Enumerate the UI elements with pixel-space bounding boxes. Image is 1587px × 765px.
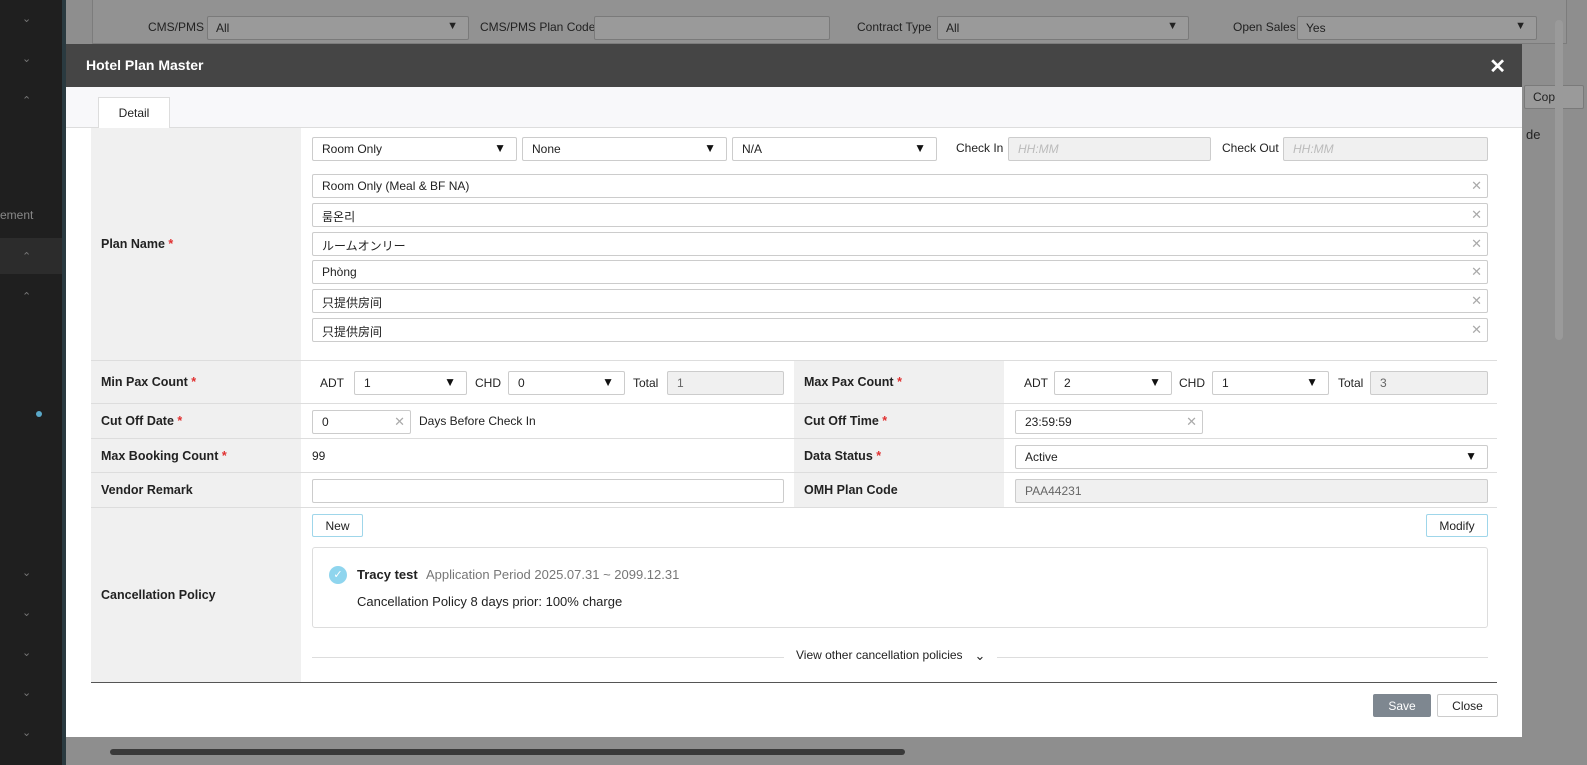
option2-select[interactable]: None ▼	[522, 137, 727, 161]
check-in-label: Check In	[956, 141, 1004, 155]
chevron-down-icon[interactable]: ⌄	[22, 566, 31, 579]
cut-off-time-input[interactable]: 23:59:59 ✕	[1015, 410, 1203, 434]
plan-name-input[interactable]: 只提供房间 ✕	[312, 318, 1488, 342]
open-sales-select[interactable]: Yes ▼	[1297, 16, 1537, 40]
omh-plan-code-label: OMH Plan Code	[794, 473, 1004, 508]
max-booking-value: 99	[312, 449, 326, 463]
clear-icon: ✕	[1471, 178, 1482, 193]
policy-name: Tracy test	[357, 567, 418, 582]
cut-off-date-label: Cut Off Date *	[91, 404, 301, 439]
plan-name-input[interactable]: 只提供房间 ✕	[312, 289, 1488, 313]
chd-label: CHD	[1179, 376, 1205, 390]
cancellation-policy-label: Cancellation Policy	[91, 508, 301, 683]
adt-label: ADT	[1024, 376, 1048, 390]
open-sales-label: Open Sales	[1233, 20, 1296, 34]
cut-off-date-suffix: Days Before Check In	[419, 414, 536, 428]
max-total: 3	[1370, 371, 1488, 395]
total-label: Total	[633, 376, 659, 390]
cut-off-date-input[interactable]: 0 ✕	[312, 410, 411, 434]
contract-type-select[interactable]: All ▼	[937, 16, 1189, 40]
column-header: de	[1526, 127, 1541, 142]
chevron-down-icon[interactable]: ⌄	[22, 12, 31, 25]
sidebar: ⌄ ⌄ ⌃ ement ⌃ ⌃ ⌄ ⌄ ⌄ ⌄ ⌄	[0, 0, 62, 765]
tab-detail[interactable]: Detail	[98, 97, 170, 129]
max-pax-label: Max Pax Count *	[794, 361, 1004, 404]
min-adt-select[interactable]: 1 ▼	[354, 371, 467, 395]
sidebar-item-label[interactable]: ement	[0, 208, 33, 222]
chevron-down-icon[interactable]: ⌄	[22, 646, 31, 659]
chevron-down-icon[interactable]: ⌄	[22, 606, 31, 619]
check-out-input[interactable]: HH:MM	[1283, 137, 1488, 161]
clear-icon: ✕	[1471, 264, 1482, 279]
clear-icon: ✕	[1471, 322, 1482, 337]
max-chd-select[interactable]: 1 ▼	[1212, 371, 1329, 395]
copy-button[interactable]: Copy	[1524, 85, 1584, 109]
chevron-down-icon: ⌄	[974, 648, 986, 663]
cut-off-time-label: Cut Off Time *	[794, 404, 1004, 439]
check-out-label: Check Out	[1222, 141, 1279, 155]
data-status-label: Data Status *	[794, 439, 1004, 473]
dot-icon	[36, 411, 42, 417]
policy-period: Application Period 2025.07.31 ~ 2099.12.…	[426, 567, 680, 582]
view-other-policies-toggle[interactable]: View other cancellation policies ⌄	[784, 648, 998, 664]
plan-name-input[interactable]: Room Only (Meal & BF NA) ✕	[312, 174, 1488, 198]
vendor-remark-input[interactable]	[312, 479, 784, 503]
min-total: 1	[667, 371, 784, 395]
clear-icon: ✕	[1471, 207, 1482, 222]
option3-select[interactable]: N/A ▼	[732, 137, 937, 161]
clear-icon: ✕	[1471, 236, 1482, 251]
check-in-input[interactable]: HH:MM	[1008, 137, 1211, 161]
clear-icon: ✕	[394, 414, 405, 429]
min-chd-select[interactable]: 0 ▼	[508, 371, 625, 395]
cms-pms-label: CMS/PMS	[148, 20, 205, 34]
horizontal-scrollbar[interactable]	[110, 749, 905, 755]
chevron-down-icon[interactable]: ⌄	[22, 52, 31, 65]
max-adt-select[interactable]: 2 ▼	[1054, 371, 1172, 395]
adt-label: ADT	[320, 376, 344, 390]
chd-label: CHD	[475, 376, 501, 390]
chevron-up-icon[interactable]: ⌃	[22, 250, 31, 263]
modify-button[interactable]: Modify	[1426, 514, 1488, 537]
vendor-remark-label: Vendor Remark	[91, 473, 301, 508]
plan-code-input[interactable]	[594, 16, 830, 40]
new-button[interactable]: New	[312, 514, 363, 537]
chevron-up-icon[interactable]: ⌃	[22, 290, 31, 303]
data-status-select[interactable]: Active ▼	[1015, 445, 1488, 469]
plan-name-label: Plan Name *	[91, 128, 301, 361]
close-icon[interactable]: ✕	[1489, 54, 1506, 79]
plan-name-input[interactable]: ルームオンリー ✕	[312, 232, 1488, 256]
meal-select[interactable]: Room Only ▼	[312, 137, 517, 161]
clear-icon: ✕	[1471, 293, 1482, 308]
scrollbar[interactable]	[1555, 20, 1563, 340]
total-label: Total	[1338, 376, 1364, 390]
chevron-down-icon[interactable]: ⌄	[22, 686, 31, 699]
omh-plan-code-input: PAA44231	[1015, 479, 1488, 503]
modal-header: Hotel Plan Master ✕	[66, 44, 1522, 87]
plan-code-label: CMS/PMS Plan Code	[480, 20, 596, 34]
plan-name-input[interactable]: Phòng ✕	[312, 260, 1488, 284]
min-pax-label: Min Pax Count *	[91, 361, 301, 404]
max-booking-label: Max Booking Count *	[91, 439, 301, 473]
modal-title: Hotel Plan Master	[86, 57, 204, 73]
chevron-up-icon[interactable]: ⌃	[22, 94, 31, 107]
clear-icon: ✕	[1186, 414, 1197, 429]
chevron-down-icon[interactable]: ⌄	[22, 726, 31, 739]
check-circle-icon: ✓	[329, 566, 347, 584]
policy-card[interactable]: ✓ Tracy test Application Period 2025.07.…	[312, 547, 1488, 628]
plan-name-input[interactable]: 룸온리 ✕	[312, 203, 1488, 227]
close-button[interactable]: Close	[1437, 694, 1498, 717]
hotel-plan-master-modal: Hotel Plan Master ✕ Detail Plan Name * R…	[66, 44, 1522, 737]
save-button[interactable]: Save	[1373, 694, 1431, 717]
policy-description: Cancellation Policy 8 days prior: 100% c…	[357, 594, 623, 609]
cms-pms-select[interactable]: All ▼	[207, 16, 469, 40]
contract-type-label: Contract Type	[857, 20, 932, 34]
